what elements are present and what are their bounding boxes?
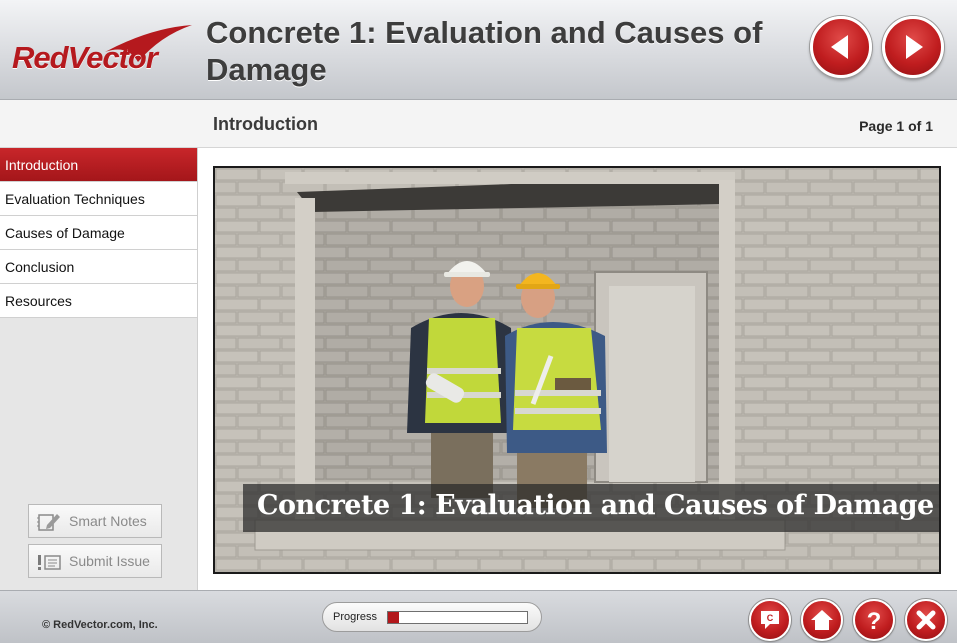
svg-text:C: C	[767, 613, 774, 623]
home-button[interactable]	[801, 599, 843, 641]
left-arrow-icon	[831, 35, 848, 59]
notepad-pencil-icon	[37, 514, 60, 531]
redvector-logo: RedVector	[10, 22, 195, 82]
smart-notes-button[interactable]: Smart Notes	[28, 504, 162, 538]
submit-issue-button[interactable]: Submit Issue	[28, 544, 162, 578]
slide-caption-text: Concrete 1: Evaluation and Causes of Dam…	[257, 490, 934, 521]
course-title: Concrete 1: Evaluation and Causes of Dam…	[206, 15, 763, 87]
right-arrow-icon	[906, 35, 923, 59]
sidebar-item-causes-of-damage[interactable]: Causes of Damage	[0, 216, 197, 250]
closed-caption-button[interactable]: C	[749, 599, 791, 641]
section-header: Introduction Page 1 of 1	[0, 100, 957, 148]
progress-indicator: Progress	[322, 602, 542, 632]
page-indicator: Page 1 of 1	[859, 118, 933, 134]
progress-label: Progress	[333, 611, 378, 623]
back-button[interactable]	[810, 16, 872, 78]
alert-document-icon	[38, 555, 61, 570]
sidebar: Introduction Evaluation Techniques Cause…	[0, 148, 198, 590]
sidebar-item-evaluation-techniques[interactable]: Evaluation Techniques	[0, 182, 197, 216]
progress-fill	[388, 612, 400, 623]
submit-issue-label: Submit Issue	[69, 553, 150, 569]
slide-caption: Concrete 1: Evaluation and Causes of Dam…	[243, 484, 939, 532]
slide-image: Concrete 1: Evaluation and Causes of Dam…	[213, 166, 941, 574]
exit-button[interactable]	[905, 599, 947, 641]
sidebar-item-resources[interactable]: Resources	[0, 284, 197, 318]
sidebar-item-conclusion[interactable]: Conclusion	[0, 250, 197, 284]
section-title: Introduction	[213, 114, 318, 134]
help-button[interactable]: ?	[853, 599, 895, 641]
help-icon: ?	[867, 608, 882, 633]
app-header: RedVector Concrete 1: Evaluation and Cau…	[0, 0, 957, 100]
progress-track	[387, 611, 528, 624]
exit-icon	[916, 610, 936, 630]
svg-text:?: ?	[867, 608, 882, 633]
next-button[interactable]	[882, 16, 944, 78]
content-area: Concrete 1: Evaluation and Causes of Dam…	[199, 149, 957, 590]
logo-text: RedVector	[12, 40, 158, 75]
sidebar-item-introduction[interactable]: Introduction	[0, 148, 197, 182]
smart-notes-label: Smart Notes	[69, 513, 147, 529]
home-icon	[811, 610, 833, 630]
closed-caption-icon: C	[761, 611, 779, 629]
app-footer: © RedVector.com, Inc. Progress C ?	[0, 590, 957, 643]
copyright-text: © RedVector.com, Inc.	[42, 619, 158, 631]
